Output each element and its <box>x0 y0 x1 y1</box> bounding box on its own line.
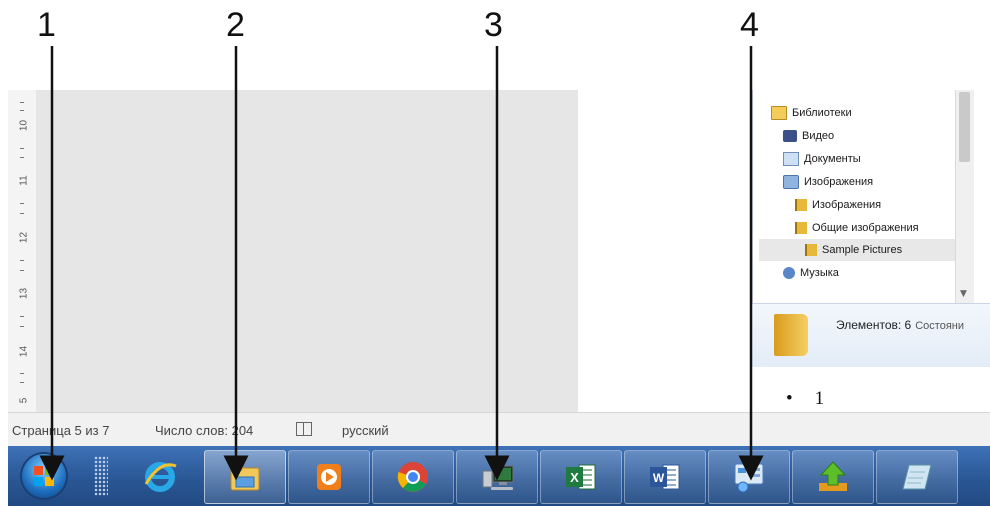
folder-icon <box>805 244 817 256</box>
music-library-icon <box>783 267 795 279</box>
computer-icon <box>482 465 514 490</box>
tree-item-pictures[interactable]: Изображения <box>783 171 873 193</box>
vertical-ruler: 10 11 12 13 14 5 <box>8 90 37 412</box>
tree-item-public-pictures[interactable]: Общие изображения <box>795 217 919 239</box>
callout-number-2: 2 <box>226 6 245 44</box>
pictures-library-icon <box>783 175 799 189</box>
word-icon: W <box>650 464 680 490</box>
language-indicator[interactable]: русский <box>342 423 389 438</box>
ruler-label: 11 <box>18 175 30 186</box>
document-page-background <box>36 90 578 412</box>
explorer-details-pane: Элементов: 6 Состояни <box>752 303 990 367</box>
tree-item-label: Изображения <box>812 199 882 211</box>
word-letter: W <box>653 471 665 485</box>
tree-item-label: Документы <box>804 153 861 165</box>
tree-item-label: Музыка <box>800 267 839 279</box>
tree-item-label: Библиотеки <box>792 107 852 119</box>
proofing-icon[interactable] <box>296 422 312 436</box>
chrome-icon <box>397 462 428 492</box>
bullet-symbol: • <box>786 388 793 409</box>
tree-item-documents[interactable]: Документы <box>783 148 861 170</box>
tree-item-my-pictures[interactable]: Изображения <box>795 194 881 216</box>
media-player-icon <box>317 464 341 490</box>
ruler-label: 12 <box>18 231 30 244</box>
taskbar-grip[interactable] <box>94 456 108 496</box>
callout-number-3: 3 <box>484 6 503 44</box>
folder-icon <box>795 222 807 234</box>
control-panel-taskbar-button[interactable] <box>708 450 790 504</box>
notepad-taskbar-button[interactable] <box>876 450 958 504</box>
callout-number-1: 1 <box>37 6 56 44</box>
tree-item-video[interactable]: Видео <box>783 125 834 147</box>
ruler-label: 13 <box>18 287 30 300</box>
explorer-scrollbar[interactable]: ▼ <box>955 90 974 303</box>
callout-number-4: 4 <box>740 6 759 44</box>
upload-app-taskbar-button[interactable] <box>792 450 874 504</box>
tree-item-label: Общие изображения <box>812 222 919 234</box>
start-button[interactable] <box>22 454 66 498</box>
excel-taskbar-button[interactable]: X <box>540 450 622 504</box>
control-panel-icon <box>734 463 764 493</box>
ruler-label: 10 <box>18 119 30 132</box>
internet-explorer-icon <box>144 462 177 492</box>
scroll-down-arrow-icon[interactable]: ▼ <box>960 289 967 299</box>
word-count[interactable]: Число слов: 204 <box>155 423 253 438</box>
tree-item-label: Sample Pictures <box>822 244 903 256</box>
word-taskbar-button[interactable]: W <box>624 450 706 504</box>
items-count-text: Элементов: 6 <box>836 318 912 332</box>
folder-icon <box>774 314 808 356</box>
library-icon <box>771 106 787 120</box>
windows-logo-icon <box>34 466 54 486</box>
state-label: Состояни <box>915 320 964 332</box>
video-library-icon <box>783 130 797 142</box>
tree-item-libraries[interactable]: Библиотеки <box>771 102 852 124</box>
page-counter[interactable]: Страница 5 из 7 <box>12 423 109 438</box>
document-bullet-item: • 1 <box>786 388 824 410</box>
windows-taskbar: X W <box>8 446 990 506</box>
excel-icon: X <box>566 464 596 490</box>
media-player-taskbar-button[interactable] <box>288 450 370 504</box>
tree-item-sample-pictures[interactable]: Sample Pictures <box>759 239 957 261</box>
green-upload-icon <box>819 461 847 491</box>
ruler-label: 14 <box>18 345 30 358</box>
folder-icon <box>795 199 807 211</box>
explorer-folder-icon <box>230 465 260 491</box>
internet-explorer-taskbar-button[interactable] <box>120 450 200 502</box>
documents-library-icon <box>783 152 799 166</box>
tree-item-label: Видео <box>802 130 835 142</box>
explorer-taskbar-button[interactable] <box>204 450 286 504</box>
ruler-label: 5 <box>18 397 30 404</box>
tree-item-music[interactable]: Музыка <box>783 262 839 284</box>
tree-item-label: Изображения <box>804 176 874 188</box>
bullet-text: 1 <box>814 388 825 409</box>
computer-taskbar-button[interactable] <box>456 450 538 504</box>
word-status-bar: Страница 5 из 7 Число слов: 204 русский <box>8 412 990 447</box>
chrome-taskbar-button[interactable] <box>372 450 454 504</box>
details-item-count: Элементов: 6 Состояни <box>836 318 964 332</box>
notepad-icon <box>902 464 932 490</box>
excel-letter: X <box>570 470 579 485</box>
scrollbar-thumb[interactable] <box>959 92 970 162</box>
